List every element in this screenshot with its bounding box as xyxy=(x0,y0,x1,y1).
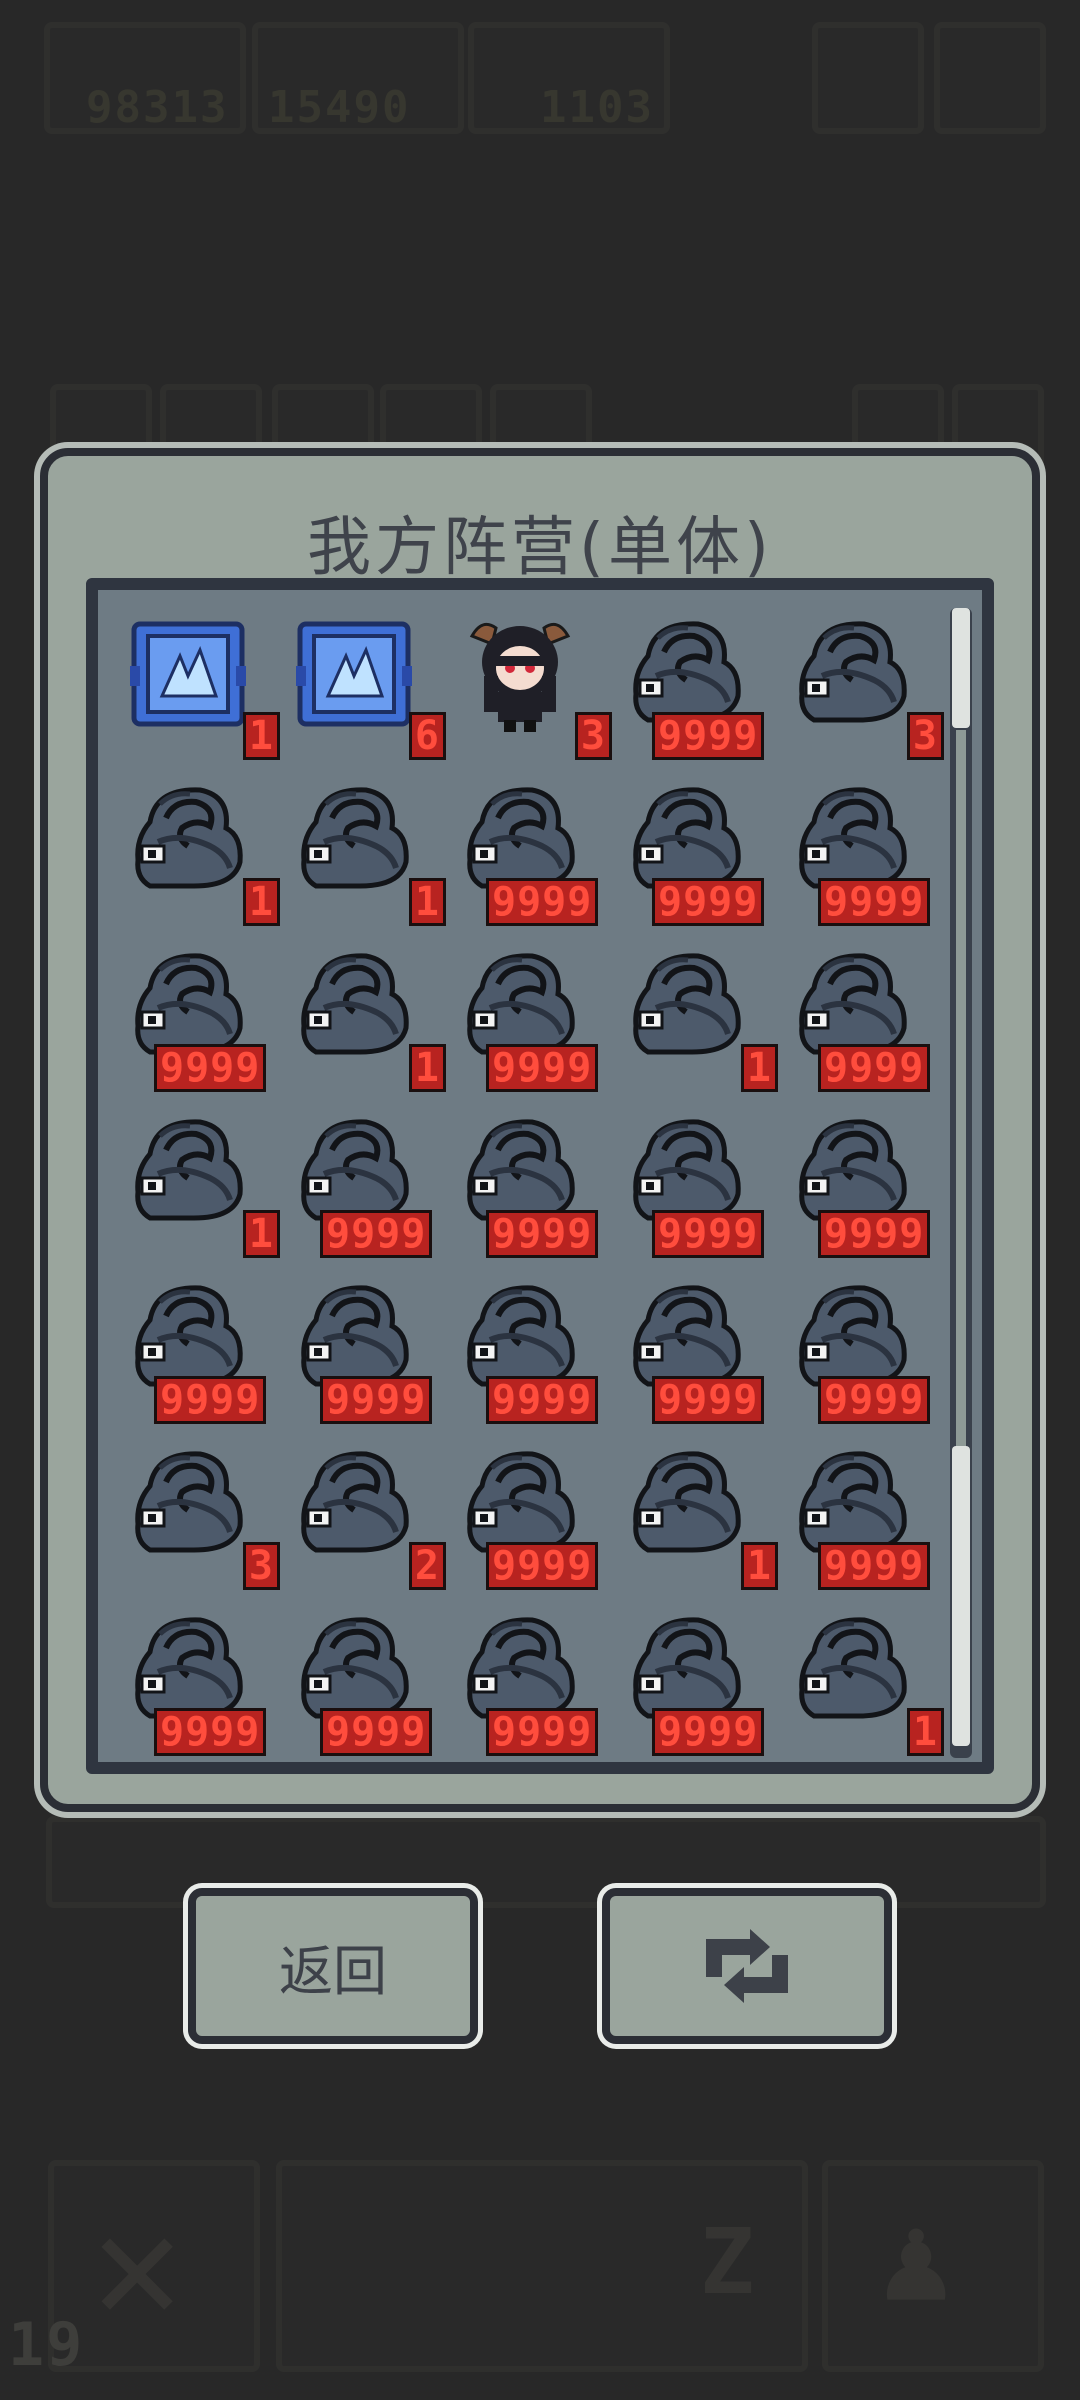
unit-slot[interactable]: 3 xyxy=(120,1432,286,1598)
unit-count: 9999 xyxy=(652,712,765,760)
unit-slot[interactable]: 9999 xyxy=(452,1432,618,1598)
unit-slot[interactable]: 3 xyxy=(452,602,618,768)
unit-slot[interactable]: 9999 xyxy=(452,1598,618,1762)
unit-slot[interactable]: 9999 xyxy=(784,1100,950,1266)
unit-count: 6 xyxy=(408,712,446,760)
unit-count: 9999 xyxy=(486,1376,599,1424)
unit-slot[interactable]: 1 xyxy=(120,602,286,768)
unit-count: 9999 xyxy=(486,878,599,926)
unit-count: 9999 xyxy=(652,1708,765,1756)
crystal-unit-icon xyxy=(130,616,246,734)
beast-unit-icon xyxy=(794,1612,910,1730)
beast-unit-icon xyxy=(296,948,412,1066)
refresh-icon xyxy=(706,1929,788,2003)
beast-unit-icon xyxy=(130,782,246,900)
unit-count: 9999 xyxy=(818,878,931,926)
unit-count: 9999 xyxy=(818,1542,931,1590)
unit-grid: 1 6 3 9999 3 1 1 9999 9999 9999 9999 1 9999 1 9999 1 999… xyxy=(120,602,950,1762)
unit-slot[interactable]: 9999 xyxy=(286,1266,452,1432)
unit-count: 1 xyxy=(242,1210,280,1258)
back-button[interactable]: 返回 xyxy=(188,1888,478,2044)
unit-slot[interactable]: 9999 xyxy=(618,1598,784,1762)
beast-unit-icon xyxy=(628,1446,744,1564)
unit-slot[interactable]: 9999 xyxy=(286,1598,452,1762)
scrollbar-thumb[interactable] xyxy=(952,1446,970,1746)
team-dialog: 我方阵营(单体) 1 6 3 9999 3 1 1 9999 9999 9999 9999 1 9999… xyxy=(40,448,1040,1812)
unit-count: 1 xyxy=(740,1044,778,1092)
unit-count: 9999 xyxy=(320,1708,433,1756)
unit-count: 2 xyxy=(408,1542,446,1590)
unit-count: 9999 xyxy=(320,1376,433,1424)
unit-count: 9999 xyxy=(154,1376,267,1424)
unit-slot[interactable]: 9999 xyxy=(452,1100,618,1266)
unit-slot[interactable]: 6 xyxy=(286,602,452,768)
unit-count: 9999 xyxy=(320,1210,433,1258)
unit-slot[interactable]: 9999 xyxy=(286,1100,452,1266)
scrollbar-thumb-top[interactable] xyxy=(952,608,970,728)
unit-slot[interactable]: 2 xyxy=(286,1432,452,1598)
dialog-title: 我方阵营(单体) xyxy=(307,511,773,585)
unit-slot[interactable]: 9999 xyxy=(784,768,950,934)
unit-slot[interactable]: 9999 xyxy=(452,1266,618,1432)
girl-unit-icon xyxy=(462,616,578,734)
unit-slot[interactable]: 9999 xyxy=(120,1598,286,1762)
unit-grid-panel: 1 6 3 9999 3 1 1 9999 9999 9999 9999 1 9999 1 9999 1 999… xyxy=(86,578,994,1774)
unit-slot[interactable]: 9999 xyxy=(784,1266,950,1432)
unit-count: 3 xyxy=(906,712,944,760)
refresh-button[interactable] xyxy=(602,1888,892,2044)
unit-count: 9999 xyxy=(818,1376,931,1424)
unit-count: 1 xyxy=(242,712,280,760)
unit-count: 9999 xyxy=(652,1376,765,1424)
unit-count: 1 xyxy=(408,1044,446,1092)
unit-slot[interactable]: 9999 xyxy=(452,768,618,934)
unit-count: 9999 xyxy=(818,1044,931,1092)
unit-slot[interactable]: 9999 xyxy=(618,768,784,934)
back-button-label: 返回 xyxy=(279,1939,387,2003)
unit-slot[interactable]: 1 xyxy=(120,1100,286,1266)
unit-slot[interactable]: 1 xyxy=(286,934,452,1100)
unit-count: 9999 xyxy=(486,1708,599,1756)
beast-unit-icon xyxy=(794,616,910,734)
unit-slot[interactable]: 9999 xyxy=(784,1432,950,1598)
unit-slot[interactable]: 1 xyxy=(618,1432,784,1598)
unit-slot[interactable]: 9999 xyxy=(784,934,950,1100)
scrollbar-rail xyxy=(956,730,966,1446)
unit-slot[interactable]: 9999 xyxy=(618,1100,784,1266)
beast-unit-icon xyxy=(296,1446,412,1564)
unit-slot[interactable]: 1 xyxy=(784,1598,950,1762)
unit-count: 9999 xyxy=(486,1210,599,1258)
unit-slot[interactable]: 1 xyxy=(120,768,286,934)
unit-count: 9999 xyxy=(818,1210,931,1258)
unit-count: 1 xyxy=(242,878,280,926)
unit-slot[interactable]: 9999 xyxy=(120,934,286,1100)
unit-slot[interactable]: 3 xyxy=(784,602,950,768)
unit-count: 1 xyxy=(906,1708,944,1756)
beast-unit-icon xyxy=(628,948,744,1066)
unit-count: 1 xyxy=(408,878,446,926)
unit-count: 3 xyxy=(242,1542,280,1590)
unit-count: 9999 xyxy=(486,1542,599,1590)
unit-slot[interactable]: 9999 xyxy=(618,1266,784,1432)
crystal-unit-icon xyxy=(296,616,412,734)
unit-count: 9999 xyxy=(652,878,765,926)
unit-count: 3 xyxy=(574,712,612,760)
beast-unit-icon xyxy=(130,1446,246,1564)
unit-count: 9999 xyxy=(652,1210,765,1258)
unit-slot[interactable]: 1 xyxy=(618,934,784,1100)
unit-slot[interactable]: 9999 xyxy=(120,1266,286,1432)
unit-count: 9999 xyxy=(486,1044,599,1092)
unit-count: 1 xyxy=(740,1542,778,1590)
unit-slot[interactable]: 1 xyxy=(286,768,452,934)
beast-unit-icon xyxy=(130,1114,246,1232)
beast-unit-icon xyxy=(296,782,412,900)
unit-slot[interactable]: 9999 xyxy=(618,602,784,768)
unit-count: 9999 xyxy=(154,1708,267,1756)
unit-slot[interactable]: 9999 xyxy=(452,934,618,1100)
unit-count: 9999 xyxy=(154,1044,267,1092)
